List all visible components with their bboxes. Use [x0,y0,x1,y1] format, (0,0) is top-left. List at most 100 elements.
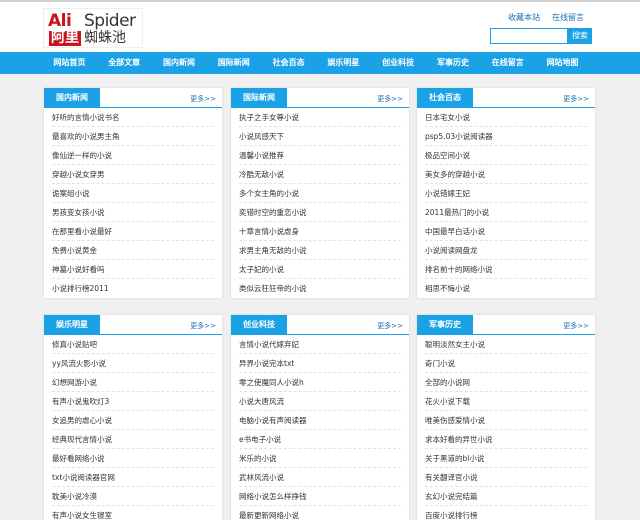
more-link[interactable]: 更多>> [190,94,216,104]
nav-item-tech[interactable]: 创业科技 [371,52,426,74]
article-link[interactable]: 类似云狂狂帝的小说 [239,279,401,298]
logo-text-cn-black: 蜘蛛池 [84,30,126,46]
top-header: Ali Spider 阿里 蜘蛛池 收藏本站 在线留言 搜索 [0,0,640,52]
article-list: 修真小说贴吧 yy风流火影小说 幻想网游小说 有声小说鬼吹灯3 女追男的虐心小说 经典现代… [44,335,222,520]
message-link[interactable]: 在线留言 [552,12,584,23]
panel-title[interactable]: 国内新闻 [44,88,100,108]
article-link[interactable]: 经典现代言情小说 [52,430,214,449]
panel-header: 创业科技 更多>> [231,315,409,335]
bookmark-link[interactable]: 收藏本站 [508,12,540,23]
article-link[interactable]: 十章言情小说虐身 [239,222,401,241]
nav-item-society[interactable]: 社会百态 [261,52,316,74]
article-link[interactable]: 小说风感天下 [239,127,401,146]
article-link[interactable]: 像仙逆一样的小说 [52,146,214,165]
article-link[interactable]: 极品空间小说 [425,146,587,165]
article-link[interactable]: 米乐的小说 [239,449,401,468]
article-link[interactable]: 武林风流小说 [239,468,401,487]
article-link[interactable]: 奕错时空的重恋小说 [239,203,401,222]
article-link[interactable]: 修真小说贴吧 [52,335,214,354]
nav-item-international[interactable]: 国际新闻 [206,52,261,74]
article-link[interactable]: 零之使魔同人小说h [239,373,401,392]
article-link[interactable]: e书电子小说 [239,430,401,449]
article-link[interactable]: psp5.03小说阅读器 [425,127,587,146]
article-link[interactable]: 好听的言情小说书名 [52,108,214,127]
nav-item-message[interactable]: 在线留言 [480,52,535,74]
nav-item-entertainment[interactable]: 娱乐明星 [316,52,371,74]
article-link[interactable]: 电脑小说有声阅读器 [239,411,401,430]
article-list: 言情小说代嫁弃妃 异界小说完本txt 零之使魔同人小说h 小说大唐风流 电脑小说有声阅读… [231,335,409,520]
more-link[interactable]: 更多>> [563,94,589,104]
article-link[interactable]: 最喜欢的小说男主角 [52,127,214,146]
site-logo[interactable]: Ali Spider 阿里 蜘蛛池 [43,8,143,48]
article-link[interactable]: 神墓小说好看吗 [52,260,214,279]
article-link[interactable]: 冷酷无敌小说 [239,165,401,184]
panel-header: 军事历史 更多>> [417,315,595,335]
article-link[interactable]: 女追男的虐心小说 [52,411,214,430]
article-list: 日本宅女小说 psp5.03小说阅读器 极品空间小说 美女多的穿越小说 小说错嫁王妃 20… [417,108,595,298]
article-link[interactable]: 执子之手女尊小说 [239,108,401,127]
panel-title[interactable]: 社会百态 [417,88,473,108]
article-link[interactable]: 小说阅读网盘龙 [425,241,587,260]
article-link[interactable]: 玄幻小说完结篇 [425,487,587,506]
article-link[interactable]: 小说大唐风流 [239,392,401,411]
article-link[interactable]: 小说错嫁王妃 [425,184,587,203]
article-link[interactable]: 百度小说排行榜 [425,506,587,520]
article-link[interactable]: 幻想网游小说 [52,373,214,392]
panel-international-news: 国际新闻 更多>> 执子之手女尊小说 小说风感天下 温馨小说推荐 冷酷无敌小说 多个女主角的… [231,88,409,298]
article-link[interactable]: 花火小说下载 [425,392,587,411]
panel-title[interactable]: 娱乐明星 [44,315,100,335]
article-link[interactable]: 穿越小说女穿男 [52,165,214,184]
article-link[interactable]: 求本好看的异世小说 [425,430,587,449]
article-link[interactable]: 奇门小说 [425,354,587,373]
panel-title[interactable]: 创业科技 [231,315,287,335]
article-link[interactable]: 最好看网络小说 [52,449,214,468]
logo-text-spider: Spider [84,11,136,31]
article-link[interactable]: 唯美伤感爱情小说 [425,411,587,430]
article-link[interactable]: yy风流火影小说 [52,354,214,373]
article-link[interactable]: 日本宅女小说 [425,108,587,127]
panel-title[interactable]: 军事历史 [417,315,473,335]
article-link[interactable]: 温馨小说推荐 [239,146,401,165]
more-link[interactable]: 更多>> [377,321,403,331]
article-link[interactable]: 有声小说女生寝室 [52,506,214,520]
article-link[interactable]: 全部的小说网 [425,373,587,392]
article-link[interactable]: 有关翻译官小说 [425,468,587,487]
article-link[interactable]: 男孩变女孩小说 [52,203,214,222]
article-link[interactable]: 异界小说完本txt [239,354,401,373]
article-link[interactable]: 耽美小说冷漠 [52,487,214,506]
article-link[interactable]: 言情小说代嫁弃妃 [239,335,401,354]
main-nav: 网站首页 全部文章 国内新闻 国际新闻 社会百态 娱乐明星 创业科技 军事历史 … [0,52,640,74]
article-link[interactable]: 小说排行榜2011 [52,279,214,298]
logo-text-cn-red: 阿里 [49,30,81,46]
more-link[interactable]: 更多>> [563,321,589,331]
article-link[interactable]: 求男主角无敌的小说 [239,241,401,260]
nav-item-sitemap[interactable]: 网站地图 [535,52,590,74]
more-link[interactable]: 更多>> [377,94,403,104]
article-link[interactable]: 网络小说怎么样挣钱 [239,487,401,506]
search-button[interactable]: 搜索 [568,28,592,44]
article-link[interactable]: 诡案组小说 [52,184,214,203]
panel-title[interactable]: 国际新闻 [231,88,287,108]
article-link[interactable]: 聪明淡然女主小说 [425,335,587,354]
article-link[interactable]: txt小说阅读器官网 [52,468,214,487]
nav-item-domestic[interactable]: 国内新闻 [152,52,207,74]
article-link[interactable]: 相思不悔小说 [425,279,587,298]
article-link[interactable]: 美女多的穿越小说 [425,165,587,184]
article-link[interactable]: 中国最早白话小说 [425,222,587,241]
article-link[interactable]: 太子妃的小说 [239,260,401,279]
top-links: 收藏本站 在线留言 [508,12,584,23]
more-link[interactable]: 更多>> [190,321,216,331]
article-link[interactable]: 免费小说黄金 [52,241,214,260]
article-link[interactable]: 关于黑道的bl小说 [425,449,587,468]
article-link[interactable]: 排名前十的网络小说 [425,260,587,279]
nav-item-military[interactable]: 军事历史 [426,52,481,74]
article-list: 聪明淡然女主小说 奇门小说 全部的小说网 花火小说下载 唯美伤感爱情小说 求本好看的异世小… [417,335,595,520]
nav-item-home[interactable]: 网站首页 [42,52,97,74]
article-link[interactable]: 最新更新网络小说 [239,506,401,520]
nav-item-all-articles[interactable]: 全部文章 [97,52,152,74]
article-link[interactable]: 多个女主角的小说 [239,184,401,203]
article-link[interactable]: 2011最热门的小说 [425,203,587,222]
article-link[interactable]: 有声小说鬼吹灯3 [52,392,214,411]
article-link[interactable]: 在那里看小说最好 [52,222,214,241]
search-input[interactable] [490,28,568,44]
